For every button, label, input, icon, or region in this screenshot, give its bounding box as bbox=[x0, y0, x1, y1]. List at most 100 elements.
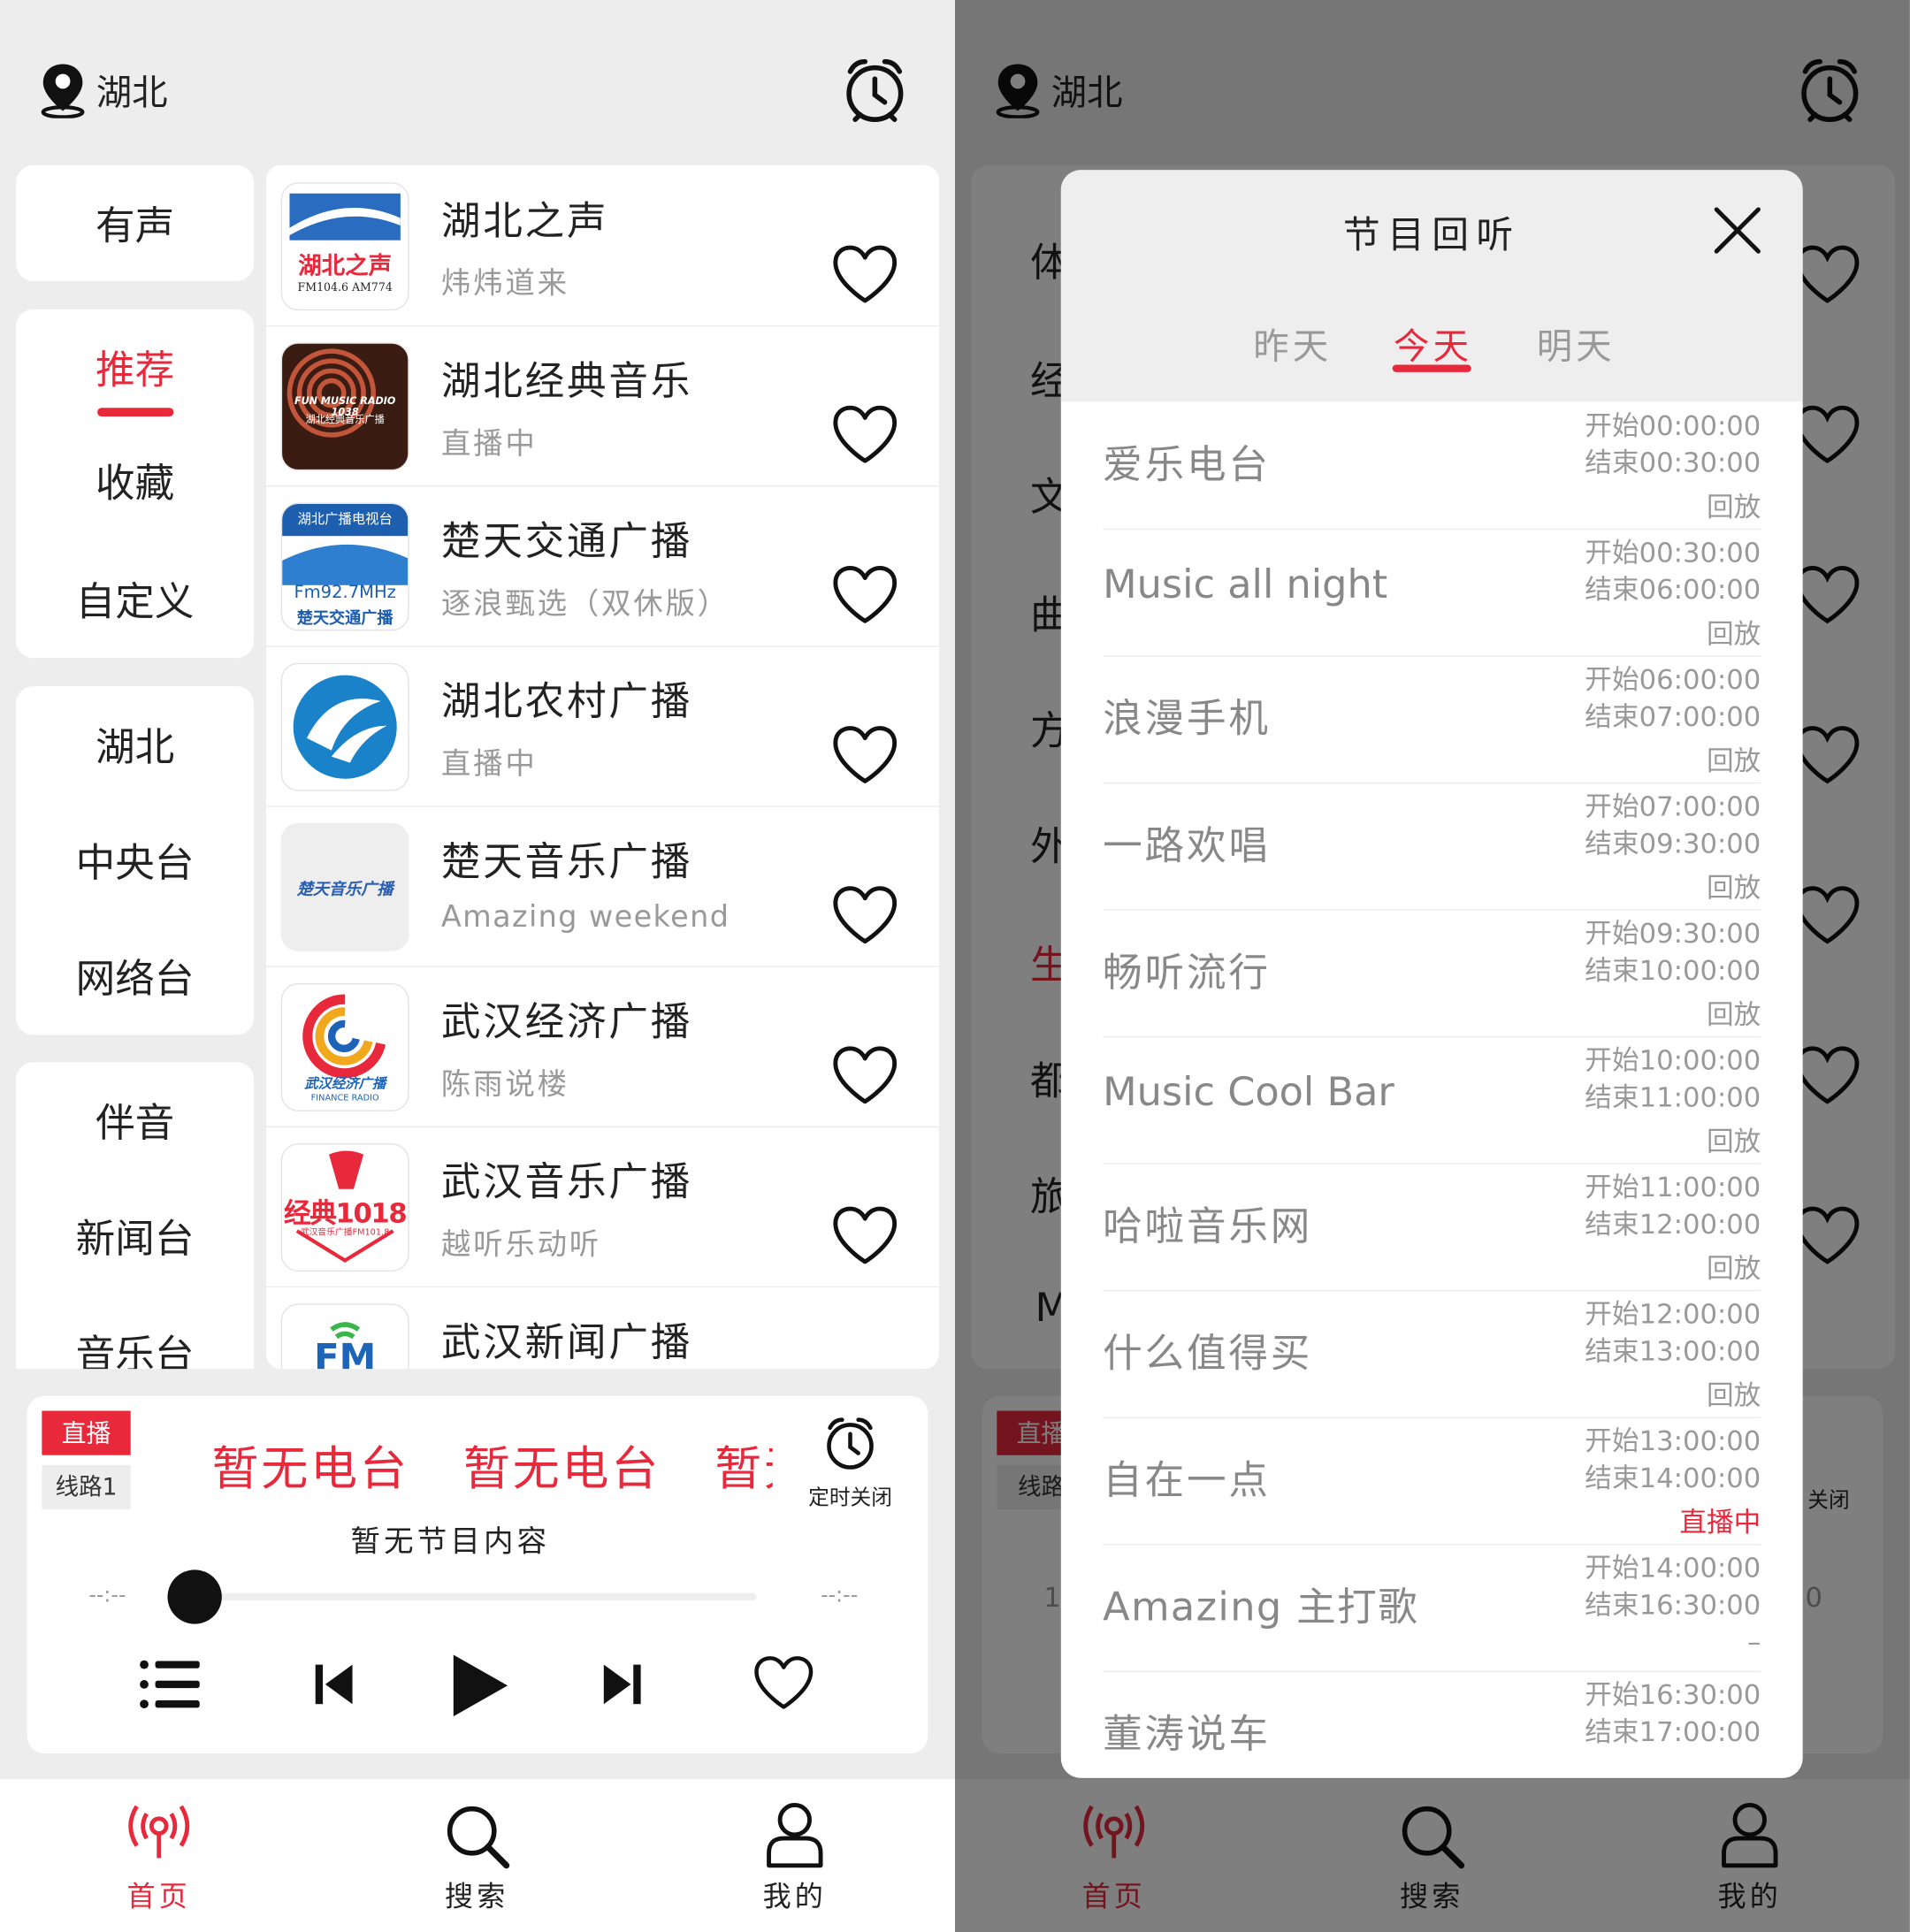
program-row[interactable]: 爱乐电台 开始00:00:00 结束00:30:00 回放 bbox=[1103, 401, 1761, 531]
alarm-clock-icon bbox=[846, 58, 904, 122]
progress-track[interactable] bbox=[195, 1592, 757, 1601]
program-row[interactable]: 自在一点 开始13:00:00 结束14:00:00 直播中 bbox=[1103, 1417, 1761, 1546]
program-row[interactable]: 一路欢唱 开始07:00:00 结束09:30:00 回放 bbox=[1103, 783, 1761, 911]
location-selector[interactable]: 湖北 bbox=[40, 62, 168, 118]
category-item-news[interactable]: 新闻台 bbox=[16, 1208, 254, 1264]
category-item-favorites[interactable]: 收藏 bbox=[16, 452, 254, 508]
program-row[interactable]: Amazing 主打歌 开始14:00:00 结束16:30:00 – bbox=[1103, 1544, 1761, 1672]
favorite-heart-icon[interactable] bbox=[830, 885, 899, 947]
station-list[interactable]: 湖北之声 FM104.6 AM774 湖北之声 炜炜道来 FUN MUSIC R… bbox=[265, 164, 939, 1370]
program-status: – bbox=[1746, 1627, 1761, 1659]
station-logo: 湖北广播电视台 Fm92.7MHz 楚天交通广播 bbox=[280, 502, 409, 631]
station-logo-text: 湖北之声 bbox=[298, 252, 393, 280]
next-icon[interactable] bbox=[596, 1660, 646, 1709]
program-status[interactable]: 回放 bbox=[1707, 867, 1761, 906]
station-program: 逐浪甄选（双休版） bbox=[440, 586, 730, 622]
category-item-custom[interactable]: 自定义 bbox=[16, 570, 254, 627]
playlist-icon[interactable] bbox=[138, 1657, 202, 1711]
favorite-heart-icon[interactable] bbox=[752, 1654, 815, 1711]
program-status[interactable]: 回放 bbox=[1707, 993, 1761, 1033]
program-list[interactable]: 爱乐电台 开始00:00:00 结束00:30:00 回放 Music all … bbox=[1061, 401, 1803, 1778]
program-status[interactable]: 回放 bbox=[1707, 613, 1761, 653]
category-item-network[interactable]: 网络台 bbox=[16, 948, 254, 1004]
sleep-timer-button[interactable]: 定时关闭 bbox=[791, 1416, 910, 1510]
program-start: 开始09:30:00 bbox=[1585, 919, 1761, 951]
station-row[interactable]: 武汉经济广播 FINANCE RADIO 武汉经济广播 陈雨说楼 bbox=[265, 966, 939, 1128]
program-name: Music all night bbox=[1103, 561, 1388, 607]
station-logo bbox=[280, 662, 409, 791]
line-selector[interactable]: 线路1 bbox=[42, 1464, 131, 1510]
station-program: Amazing weekend bbox=[440, 899, 730, 935]
favorite-heart-icon[interactable] bbox=[830, 724, 899, 786]
station-program: 直播中 bbox=[440, 426, 538, 462]
category-item-music[interactable]: 音乐台 bbox=[16, 1324, 254, 1369]
program-start: 开始00:30:00 bbox=[1585, 538, 1761, 569]
elapsed-time: --:-- bbox=[88, 1583, 126, 1608]
station-logo: 楚天音乐广播 bbox=[280, 822, 409, 951]
category-item-hubei[interactable]: 湖北 bbox=[16, 716, 254, 773]
station-row[interactable]: FUN MUSIC RADIO 1038 湖北经典音乐广播 湖北经典音乐 直播中 bbox=[265, 325, 939, 487]
close-icon[interactable] bbox=[1712, 204, 1764, 256]
station-row[interactable]: 湖北广播电视台 Fm92.7MHz 楚天交通广播 楚天交通广播 逐浪甄选（双休版… bbox=[265, 485, 939, 647]
program-end: 结束00:30:00 bbox=[1585, 448, 1761, 480]
category-card-audio: 有声 bbox=[16, 164, 255, 281]
alarm-button[interactable] bbox=[843, 57, 906, 131]
alarm-clock-icon bbox=[827, 1417, 874, 1470]
sleep-timer-label: 定时关闭 bbox=[808, 1485, 892, 1511]
program-row[interactable]: 浪漫手机 开始06:00:00 结束07:00:00 回放 bbox=[1103, 655, 1761, 784]
program-start: 开始07:00:00 bbox=[1585, 792, 1761, 823]
play-icon[interactable] bbox=[446, 1650, 512, 1722]
program-row[interactable]: 畅听流行 开始09:30:00 结束10:00:00 回放 bbox=[1103, 909, 1761, 1038]
favorite-heart-icon[interactable] bbox=[830, 1205, 899, 1267]
bottom-nav: 首页 搜索 我的 bbox=[0, 1779, 955, 1932]
previous-icon[interactable] bbox=[310, 1660, 360, 1709]
program-status[interactable]: 回放 bbox=[1707, 1120, 1761, 1160]
nav-home[interactable]: 首页 bbox=[66, 1779, 251, 1913]
progress-thumb[interactable] bbox=[167, 1569, 222, 1624]
station-row[interactable]: 湖北之声 FM104.6 AM774 湖北之声 炜炜道来 bbox=[265, 165, 939, 327]
program-name: 畅听流行 bbox=[1103, 948, 1271, 996]
program-status[interactable]: 回放 bbox=[1707, 1374, 1761, 1414]
program-start: 开始11:00:00 bbox=[1585, 1172, 1761, 1204]
station-row[interactable]: 经典1018 武汉音乐广播FM101.8 武汉音乐广播 越听乐动听 bbox=[265, 1126, 939, 1288]
program-status-live[interactable]: 直播中 bbox=[1679, 1501, 1761, 1540]
station-row[interactable]: 楚天音乐广播 楚天音乐广播 Amazing weekend bbox=[265, 806, 939, 967]
program-row[interactable]: Music all night 开始00:30:00 结束06:00:00 回放 bbox=[1103, 529, 1761, 657]
program-row[interactable]: 哈啦音乐网 开始11:00:00 结束12:00:00 回放 bbox=[1103, 1163, 1761, 1292]
station-logo-subtext: FINANCE RADIO bbox=[310, 1093, 379, 1103]
favorite-heart-icon[interactable] bbox=[830, 404, 899, 466]
tab-today[interactable]: 今天 bbox=[1394, 318, 1472, 370]
station-logo-text: FM bbox=[314, 1336, 377, 1370]
dialog-title: 节目回听 bbox=[1342, 214, 1521, 258]
tab-tomorrow[interactable]: 明天 bbox=[1537, 318, 1616, 370]
category-item-accompany[interactable]: 伴音 bbox=[16, 1092, 254, 1149]
program-end: 结束10:00:00 bbox=[1585, 956, 1761, 988]
nav-search[interactable]: 搜索 bbox=[385, 1779, 569, 1913]
favorite-heart-icon[interactable] bbox=[830, 564, 899, 626]
station-row[interactable]: FM 武汉新闻广播 bbox=[266, 1287, 939, 1370]
tab-yesterday[interactable]: 昨天 bbox=[1253, 318, 1332, 370]
program-row[interactable]: Music Cool Bar 开始10:00:00 结束11:00:00 回放 bbox=[1103, 1036, 1761, 1165]
program-row[interactable]: 董涛说车 开始16:30:00 结束17:00:00 bbox=[1103, 1671, 1761, 1778]
station-logo: 经典1018 武汉音乐广播FM101.8 bbox=[280, 1143, 409, 1272]
station-row[interactable]: 湖北农村广播 直播中 bbox=[265, 645, 939, 807]
program-status[interactable]: 回放 bbox=[1707, 739, 1761, 779]
program-name: 爱乐电台 bbox=[1103, 440, 1271, 488]
favorite-heart-icon[interactable] bbox=[830, 1045, 899, 1107]
category-item-recommend[interactable]: 推荐 bbox=[16, 339, 254, 395]
program-name: 哈啦音乐网 bbox=[1103, 1203, 1313, 1250]
category-item-central[interactable]: 中央台 bbox=[16, 832, 254, 889]
marquee-text: 暂无电台 bbox=[462, 1441, 661, 1496]
home-screen: 湖北 有声 推荐 收藏 自定义 湖北 中央台 网络台 伴音 新闻台 音乐台 湖北… bbox=[0, 0, 955, 1932]
nav-profile[interactable]: 我的 bbox=[702, 1779, 887, 1913]
station-name: 武汉新闻广播 bbox=[440, 1318, 693, 1365]
playback-screen: 湖北 体 经 文 曲 方 外 生 都 旅 M 直播 线路 关闭 1 0 bbox=[954, 0, 1910, 1932]
location-pin-icon bbox=[41, 64, 85, 118]
program-start: 开始00:00:00 bbox=[1585, 411, 1761, 443]
user-icon bbox=[767, 1803, 823, 1868]
favorite-heart-icon[interactable] bbox=[830, 244, 899, 306]
program-status[interactable]: 回放 bbox=[1707, 1247, 1761, 1287]
program-status[interactable]: 回放 bbox=[1707, 485, 1761, 525]
program-row[interactable]: 什么值得买 开始12:00:00 结束13:00:00 回放 bbox=[1103, 1290, 1761, 1418]
category-item-audio[interactable]: 有声 bbox=[16, 195, 254, 251]
